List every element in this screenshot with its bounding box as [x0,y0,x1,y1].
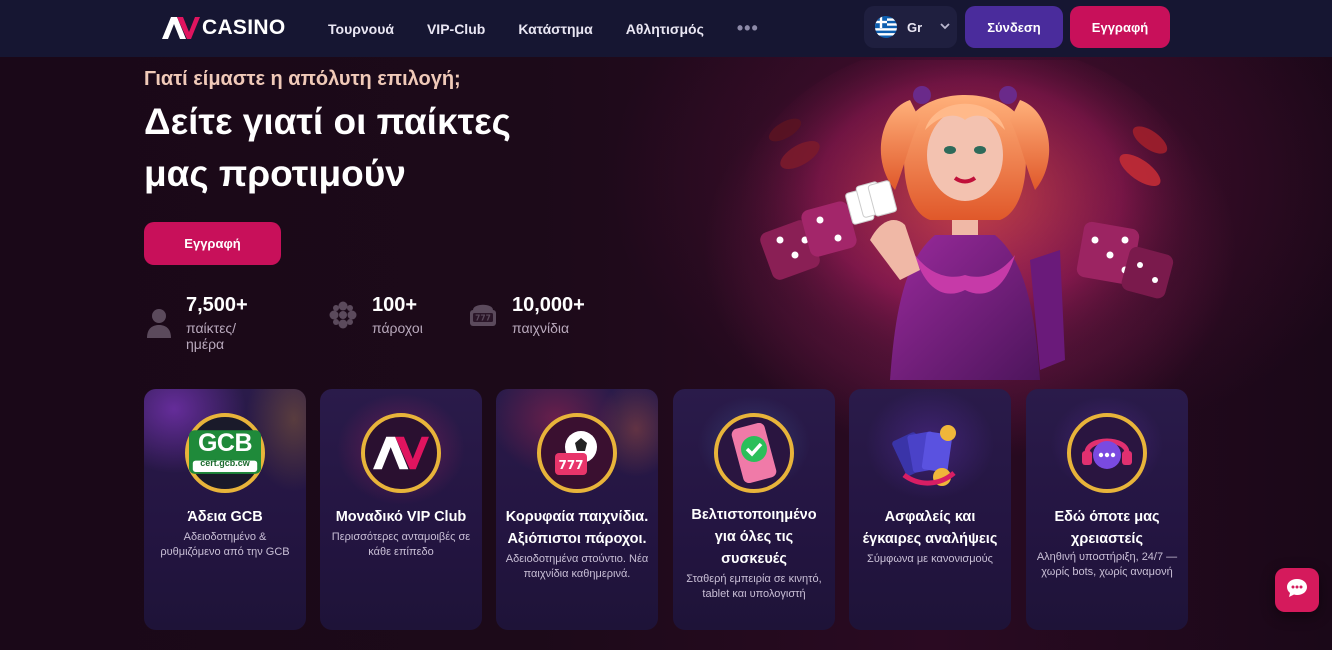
card-title: Ασφαλείς και έγκαιρες αναλήψεις [862,509,998,547]
feature-card-vip[interactable]: Μοναδικό VIP Club Περισσότερες ανταμοιβέ… [320,389,482,630]
stat-value: 10,000+ [512,294,585,316]
phone-check-icon [714,413,794,493]
svg-text:777: 777 [558,458,583,472]
stat-games: 777 10,000+ παιχνίδια [468,294,585,336]
stat-value: 7,500+ [186,294,248,316]
hero-title-line-2: μας προτιμούν [144,153,406,194]
providers-icon [328,300,358,330]
stat-label: πάροχοι [372,320,423,336]
feature-card-devices[interactable]: Βελτιστοποιημένο για όλες τις συσκευές Σ… [673,389,835,630]
feature-card-license[interactable]: GCB cert.gcb.cw Άδεια GCB Αδειοδοτημένο … [144,389,306,630]
features-cards: GCB cert.gcb.cw Άδεια GCB Αδειοδοτημένο … [144,389,1188,630]
cards-coins-icon [890,413,970,493]
card-desc: Σύμφωνα με κανονισμούς [867,553,993,565]
stat-value: 100+ [372,294,418,316]
stat-providers: 100+ πάροχοι [328,294,423,336]
feature-card-games[interactable]: 777 Κορυφαία παιχνίδια. Αξιόπιστοι πάροχ… [496,389,658,630]
nav-sports[interactable]: Αθλητισμός [626,21,704,37]
av-logo-icon [162,17,200,39]
games-icon: 777 [537,413,617,493]
hero-eyebrow: Γιατί είμαστε η απόλυτη επιλογή; [144,68,461,90]
vip-logo-icon [361,413,441,493]
greece-flag-icon [875,16,897,38]
card-title: Άδεια GCB [187,509,263,525]
live-chat-button[interactable] [1275,568,1319,612]
header-register-button[interactable]: Εγγραφή [1070,6,1170,48]
main-nav: Τουρνουά VIP-Club Κατάστημα Αθλητισμός •… [328,0,759,57]
site-logo[interactable]: CASINO [162,16,285,40]
chevron-down-icon [940,21,950,33]
slot-machine-icon: 777 [468,300,498,330]
logo-text: CASINO [202,16,286,39]
gcb-badge-text: GCB [197,429,253,457]
nav-tournaments[interactable]: Τουρνουά [328,21,394,37]
login-button[interactable]: Σύνδεση [965,6,1063,48]
card-desc: Αληθινή υποστήριξη, 24/7 — χωρίς bots, χ… [1036,551,1178,578]
card-title: Κορυφαία παιχνίδια. Αξιόπιστοι πάροχοι. [505,509,649,547]
card-desc: Αδειοδοτημένο & ρυθμιζόμενο από την GCB [160,531,290,558]
stat-players: 7,500+ παίκτες/ημέρα [146,294,252,352]
nav-shop[interactable]: Κατάστημα [518,21,592,37]
top-header: CASINO Τουρνουά VIP-Club Κατάστημα Αθλητ… [0,0,1332,57]
stat-label: παίκτες/ημέρα [186,320,237,352]
hero-character-illustration [730,40,1200,380]
language-code: Gr [907,19,923,35]
card-title: Μοναδικό VIP Club [335,509,467,525]
hero-title-line-1: Δείτε γιατί οι παίκτες [144,101,511,142]
card-desc: Σταθερή εμπειρία σε κινητό, tablet και υ… [686,573,822,600]
gcb-badge-subtext: cert.gcb.cw [200,458,250,468]
hero-title: Δείτε γιατί οι παίκτες μας προτιμούν [144,96,604,200]
feature-card-withdrawals[interactable]: Ασφαλείς και έγκαιρες αναλήψεις Σύμφωνα … [849,389,1011,630]
svg-text:777: 777 [475,314,491,323]
nav-vip-club[interactable]: VIP-Club [427,21,485,37]
support-chat-icon [1067,413,1147,493]
nav-more-button[interactable]: ••• [737,18,759,39]
card-title: Εδώ όποτε μας χρειαστείς [1054,509,1160,547]
card-desc: Αδειοδοτημένα στούντιο. Νέα παιχνίδια κα… [505,553,649,580]
card-desc: Περισσότερες ανταμοιβές σε κάθε επίπεδο [331,531,471,558]
feature-card-support[interactable]: Εδώ όποτε μας χρειαστείς Αληθινή υποστήρ… [1026,389,1188,630]
chat-bubble-icon [1286,578,1308,603]
user-icon [146,308,172,338]
card-title: Βελτιστοποιημένο για όλες τις συσκευές [691,507,817,567]
stat-label: παιχνίδια [512,320,570,336]
language-selector[interactable]: Gr [864,6,957,48]
hero-register-button[interactable]: Εγγραφή [144,222,281,265]
